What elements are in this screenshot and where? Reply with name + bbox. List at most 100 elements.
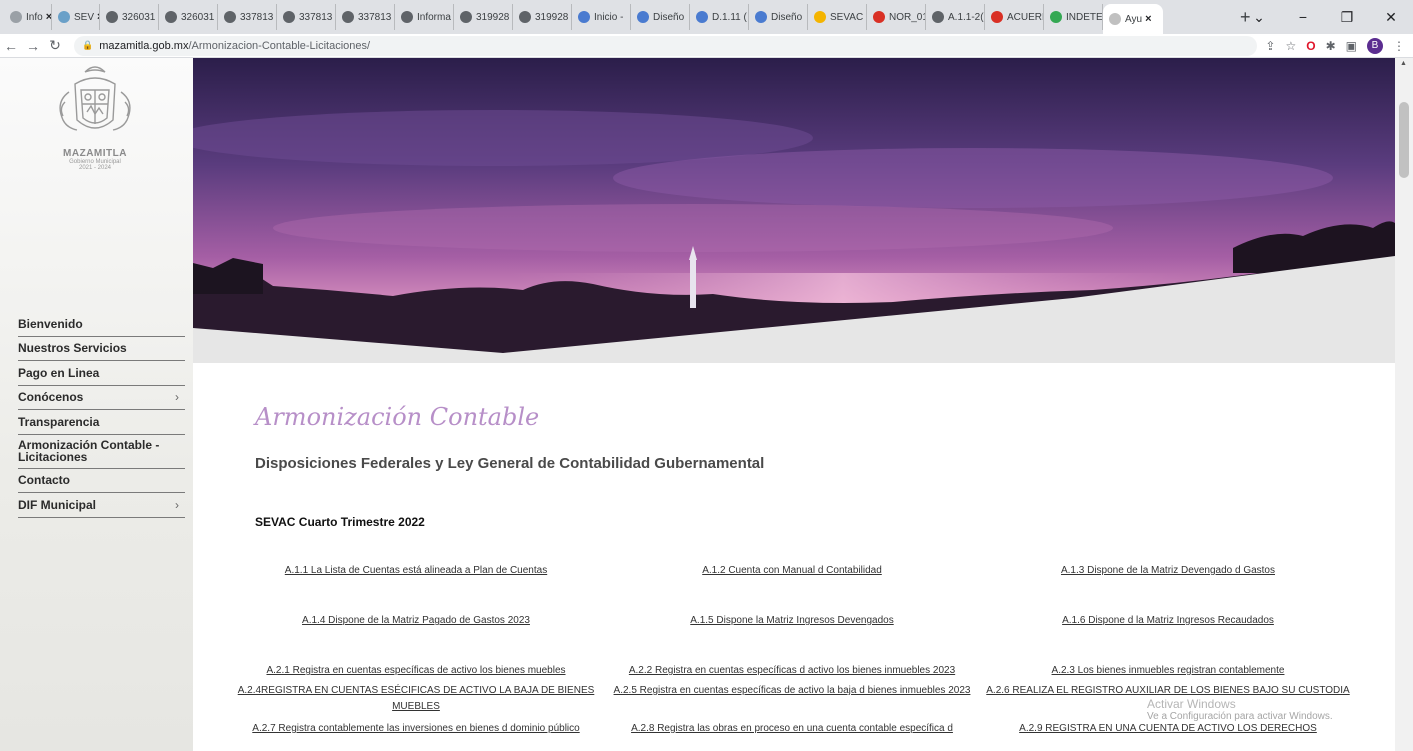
browser-tab[interactable]: Ayu × <box>1103 4 1163 34</box>
back-button[interactable]: ← <box>0 38 22 54</box>
forward-button[interactable]: → <box>22 38 44 54</box>
share-icon[interactable]: ⇪ <box>1265 39 1275 53</box>
menu-kebab-icon[interactable]: ⋮ <box>1393 39 1405 53</box>
browser-tab[interactable]: ACUERD <box>985 4 1044 30</box>
browser-tab[interactable]: Inicio - <box>572 4 631 30</box>
watermark-title: Activar Windows <box>1147 697 1236 711</box>
menu-item[interactable]: Pago en Linea <box>18 361 185 386</box>
tab-favicon-icon <box>106 11 118 23</box>
browser-tab[interactable]: A.1.1-2( <box>926 4 985 30</box>
tab-favicon-icon <box>283 11 295 23</box>
browser-tab[interactable]: Diseño <box>631 4 690 30</box>
menu-item[interactable]: DIF Municipal › <box>18 493 185 518</box>
document-link[interactable]: A.2.2 Registra en cuentas específicas d … <box>604 663 980 683</box>
document-link[interactable]: A.1.4 Dispone de la Matriz Pagado de Gas… <box>228 613 604 663</box>
side-panel-icon[interactable]: ▣ <box>1346 39 1357 53</box>
browser-tab[interactable]: 326031 <box>100 4 159 30</box>
tab-search-icon[interactable]: ⌄ <box>1237 9 1281 26</box>
links-row-1: A.1.1 La Lista de Cuentas está alineada … <box>228 563 1358 613</box>
tab-label: Diseño <box>771 11 803 23</box>
browser-tab-strip: Info×SEV×326031326031337813337813337813I… <box>0 0 1413 34</box>
tab-label: Info <box>26 11 43 23</box>
browser-tab[interactable]: 337813 <box>336 4 395 30</box>
tab-favicon-icon <box>932 11 944 23</box>
opera-extension-icon[interactable]: O <box>1306 39 1315 53</box>
browser-tab[interactable]: Informa <box>395 4 454 30</box>
browser-tab[interactable]: D.1.11 ( <box>690 4 749 30</box>
tab-favicon-icon <box>1109 13 1121 25</box>
browser-tab[interactable]: 319928 <box>513 4 572 30</box>
menu-item-label: Nuestros Servicios <box>18 341 127 356</box>
tab-label: D.1.11 ( <box>712 11 747 23</box>
document-link[interactable]: A.2.5 Registra en cuentas específicas de… <box>604 683 980 721</box>
document-link[interactable]: A.2.4REGISTRA EN CUENTAS ESÉCIFICAS DE A… <box>228 683 604 721</box>
menu-item[interactable]: Transparencia <box>18 410 185 435</box>
lock-icon[interactable]: 🔒 <box>82 40 93 51</box>
tab-label: Inicio - <box>594 11 624 23</box>
tab-label: SEVAC ( <box>830 11 867 23</box>
extensions-puzzle-icon[interactable]: ✱ <box>1326 39 1336 53</box>
restore-button[interactable]: ❐ <box>1325 9 1369 26</box>
document-link[interactable]: A.2.3 Los bienes inmuebles registran con… <box>980 663 1356 683</box>
menu-item[interactable]: Armonización Contable - Licitaciones <box>18 435 185 469</box>
browser-tab[interactable]: 326031 <box>159 4 218 30</box>
page-scrollbar[interactable]: ▲ <box>1395 58 1413 751</box>
browser-tab[interactable]: Diseño <box>749 4 808 30</box>
section-script-title: Armonización Contable <box>255 403 540 431</box>
browser-tab[interactable]: 337813 <box>277 4 336 30</box>
browser-tab[interactable]: Info × <box>4 4 52 30</box>
tab-close-icon[interactable]: × <box>1145 13 1151 25</box>
document-link[interactable]: A.1.2 Cuenta con Manual d Contabilidad <box>604 563 980 613</box>
document-link[interactable]: A.2.1 Registra en cuentas específicas de… <box>228 663 604 683</box>
tab-favicon-icon <box>460 11 472 23</box>
browser-tab[interactable]: NOR_01 <box>867 4 926 30</box>
document-link[interactable]: A.1.1 La Lista de Cuentas está alineada … <box>228 563 604 613</box>
page-subtitle: Disposiciones Federales y Ley General de… <box>255 455 765 472</box>
menu-item[interactable]: Contacto <box>18 469 185 493</box>
tab-favicon-icon <box>696 11 708 23</box>
reload-button[interactable]: ↻ <box>44 37 66 54</box>
tab-label: 337813 <box>299 11 333 23</box>
profile-avatar-icon[interactable]: B <box>1367 37 1383 54</box>
document-link[interactable]: A.1.6 Dispone d la Matriz Ingresos Recau… <box>980 613 1356 663</box>
municipal-logo[interactable]: MAZAMITLA Gobierno Municipal 2021 - 2024 <box>40 62 150 182</box>
browser-tab[interactable]: 319928 <box>454 4 513 30</box>
chevron-right-icon: › <box>175 390 179 405</box>
address-bar[interactable]: 🔒 mazamitla.gob.mx/Armonizacion-Contable… <box>74 35 1258 56</box>
hero-banner-image <box>193 58 1395 363</box>
scroll-up-arrow-icon[interactable]: ▲ <box>1400 60 1407 67</box>
menu-item-label: Pago en Linea <box>18 365 100 380</box>
tab-label: Informa <box>417 11 451 23</box>
tab-favicon-icon <box>1050 11 1062 23</box>
minimize-button[interactable]: − <box>1281 9 1325 25</box>
tab-favicon-icon <box>991 11 1003 23</box>
menu-item[interactable]: Nuestros Servicios <box>18 337 185 361</box>
menu-item[interactable]: Conócenos › <box>18 386 185 410</box>
browser-tab[interactable]: SEV× <box>52 4 100 30</box>
tab-label: SEV <box>74 11 95 23</box>
document-link[interactable]: A.2.7 Registra contablemente las inversi… <box>228 721 604 741</box>
browser-tab[interactable]: SEVAC ( <box>808 4 867 30</box>
sunset-landscape-image <box>193 58 1395 363</box>
document-link[interactable]: A.2.8 Registra las obras en proceso en u… <box>604 721 980 741</box>
document-link[interactable]: A.1.3 Dispone de la Matriz Devengado d G… <box>980 563 1356 613</box>
windows-activation-watermark: Activar Windows Ve a Configuración para … <box>1147 697 1333 722</box>
menu-item-label: Transparencia <box>18 414 100 429</box>
tab-favicon-icon <box>578 11 590 23</box>
tab-label: 319928 <box>476 11 510 23</box>
watermark-subtitle: Ve a Configuración para activar Windows. <box>1147 711 1333 722</box>
document-link[interactable]: A.1.5 Dispone la Matriz Ingresos Devenga… <box>604 613 980 663</box>
main-content: Armonización Contable Disposiciones Fede… <box>193 363 1395 751</box>
section-heading: SEVAC Cuarto Trimestre 2022 <box>255 515 425 529</box>
browser-tab[interactable]: 337813 <box>218 4 277 30</box>
menu-item[interactable]: Bienvenido <box>18 312 185 337</box>
document-link[interactable]: A.2.9 REGISTRA EN UNA CUENTA DE ACTIVO L… <box>980 721 1356 741</box>
tab-label: Ayu <box>1125 13 1143 25</box>
close-window-button[interactable]: ✕ <box>1369 9 1413 26</box>
tab-label: INDETE <box>1066 11 1103 23</box>
browser-tab[interactable]: INDETE <box>1044 4 1103 30</box>
bookmark-star-icon[interactable]: ☆ <box>1285 39 1296 53</box>
scrollbar-thumb[interactable] <box>1399 102 1409 178</box>
links-row-2: A.1.4 Dispone de la Matriz Pagado de Gas… <box>228 613 1358 663</box>
tab-favicon-icon <box>165 11 177 23</box>
